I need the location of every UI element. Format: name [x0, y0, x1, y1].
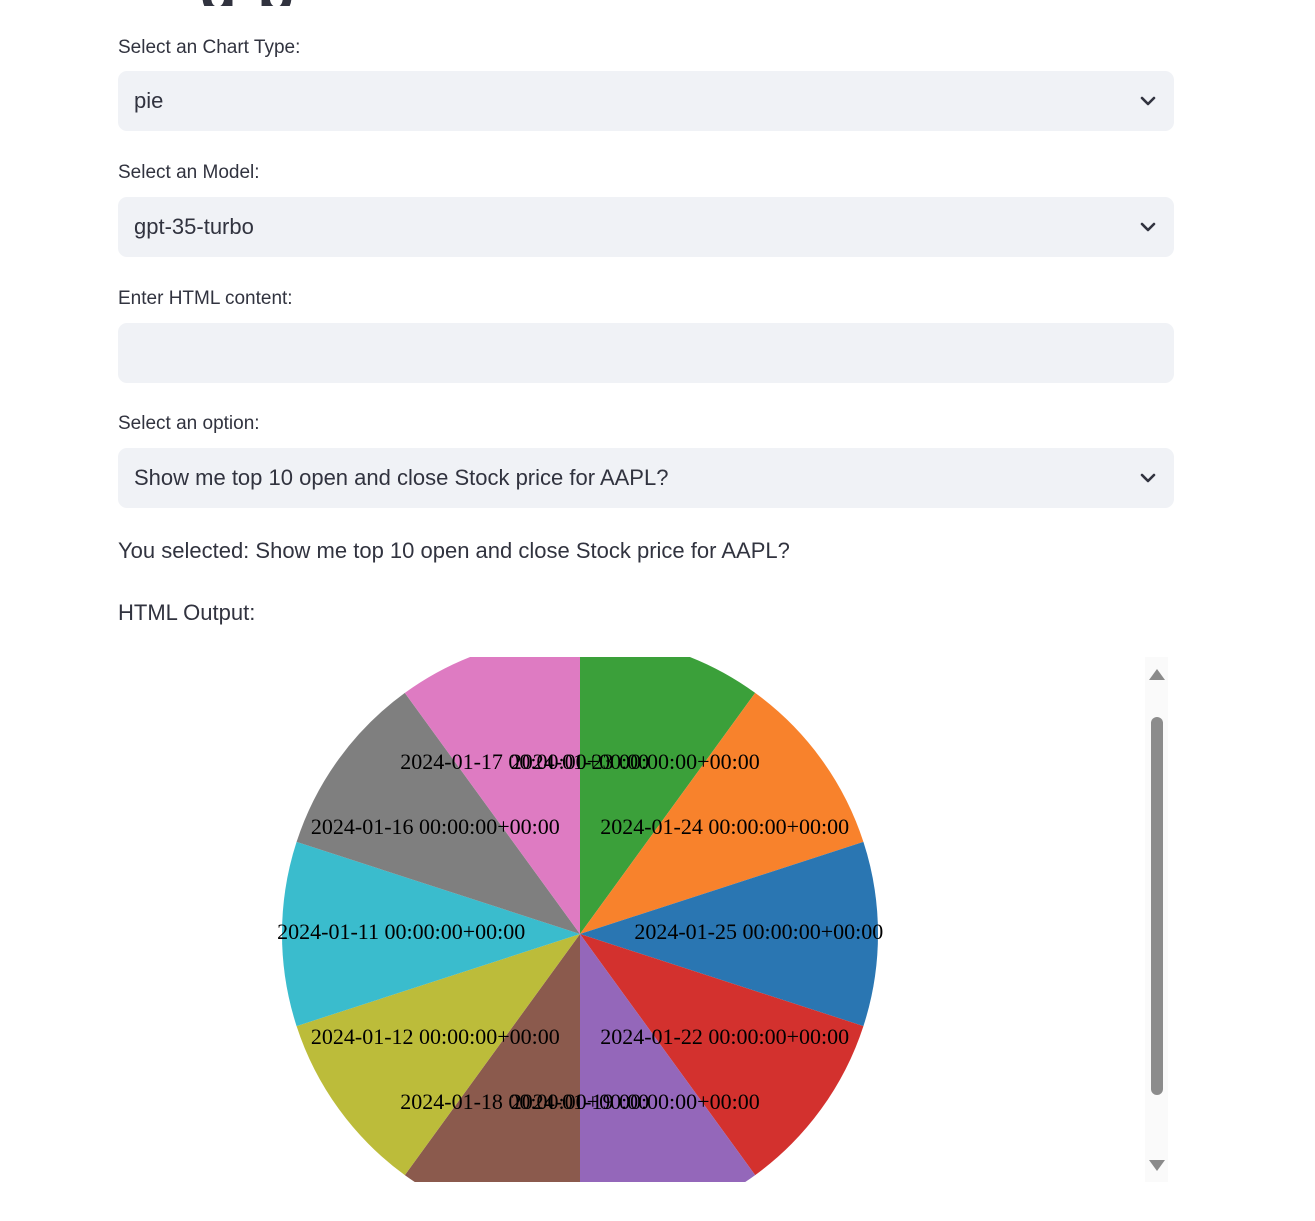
pie-slice-label: 2024-01-12 00:00:00+00:00 — [311, 1024, 560, 1049]
pie-slice-label: 2024-01-16 00:00:00+00:00 — [311, 814, 560, 839]
app-root: g p Select an Chart Type: pie Select an … — [0, 0, 1315, 1221]
chevron-down-icon — [1138, 91, 1158, 111]
option-select[interactable]: Show me top 10 open and close Stock pric… — [118, 448, 1174, 508]
page-title-fragment: g p — [200, 0, 400, 6]
pie-slice-label: 2024-01-22 00:00:00+00:00 — [600, 1024, 849, 1049]
model-value: gpt-35-turbo — [134, 214, 254, 239]
model-label: Select an Model: — [118, 162, 260, 183]
html-content-label: Enter HTML content: — [118, 288, 293, 309]
chart-type-label: Select an Chart Type: — [118, 37, 301, 58]
pie-chart: 2024-01-23 00:00:00+00:002024-01-24 00:0… — [277, 657, 883, 1182]
chart-type-value: pie — [134, 88, 164, 113]
pie-slice-label: 2024-01-17 00:00:00+00:00 — [400, 749, 649, 774]
output-label: HTML Output: — [118, 600, 256, 625]
pie-slice-label: 2024-01-18 00:00:00+00:00 — [400, 1089, 649, 1114]
html-output-frame[interactable]: 2024-01-23 00:00:00+00:00 2024-01-24 00:0… — [118, 657, 1168, 1182]
triangle-up-icon[interactable] — [1149, 669, 1165, 680]
scrollbar-thumb[interactable] — [1151, 717, 1163, 1095]
selection-text: You selected: Show me top 10 open and cl… — [118, 538, 790, 563]
pie-slice-label: 2024-01-24 00:00:00+00:00 — [600, 814, 849, 839]
html-content-input[interactable] — [118, 323, 1174, 383]
pie-slice-label: 2024-01-25 00:00:00+00:00 — [634, 919, 883, 944]
pie-slice-label: 2024-01-11 00:00:00+00:00 — [277, 919, 525, 944]
option-label: Select an option: — [118, 413, 260, 434]
chevron-down-icon — [1138, 217, 1158, 237]
chevron-down-icon — [1138, 468, 1158, 488]
chart-type-select[interactable]: pie — [118, 71, 1174, 131]
option-value: Show me top 10 open and close Stock pric… — [134, 465, 669, 490]
model-select[interactable]: gpt-35-turbo — [118, 197, 1174, 257]
output-scrollbar[interactable] — [1145, 657, 1168, 1182]
triangle-down-icon[interactable] — [1149, 1160, 1165, 1171]
